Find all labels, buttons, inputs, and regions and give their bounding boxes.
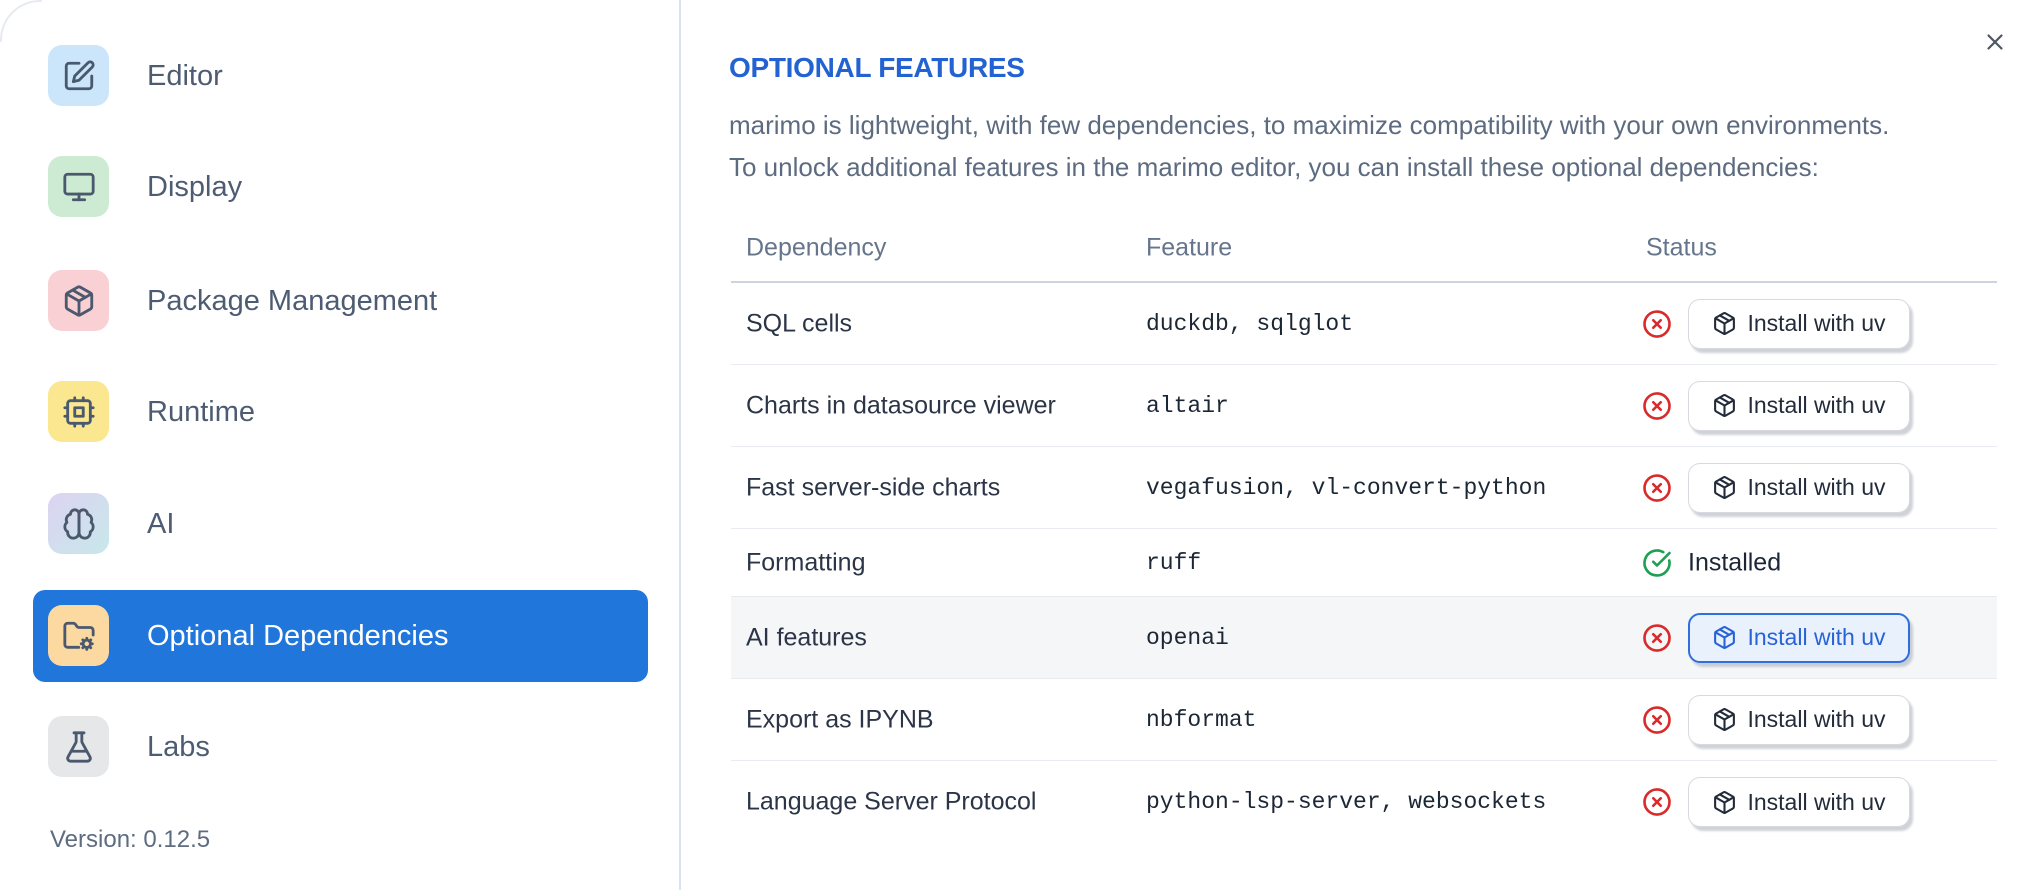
feature-cell: openai bbox=[1146, 624, 1229, 651]
status-not-installed-icon bbox=[1642, 473, 1672, 503]
status-not-installed-icon bbox=[1642, 705, 1672, 735]
cpu-icon bbox=[48, 381, 109, 442]
sidebar-item-label: Package Management bbox=[147, 284, 438, 317]
sidebar-item-runtime[interactable]: Runtime bbox=[33, 366, 648, 458]
dependency-cell: Export as IPYNB bbox=[746, 705, 934, 733]
sidebar-item-label: Display bbox=[147, 170, 243, 203]
sidebar-item-ai[interactable]: AI bbox=[33, 478, 648, 570]
settings-dialog: Editor Display Package Management Runtim… bbox=[0, 0, 2042, 890]
package-icon bbox=[1714, 476, 1736, 499]
sidebar-item-display[interactable]: Display bbox=[33, 141, 648, 233]
column-header-dependency: Dependency bbox=[746, 233, 887, 262]
install-with-uv-button[interactable]: Install with uv bbox=[1688, 462, 1910, 513]
status-installed-icon bbox=[1642, 548, 1672, 578]
brain-icon bbox=[48, 493, 109, 554]
sidebar-item-optional-dependencies[interactable]: Optional Dependencies bbox=[33, 590, 648, 682]
table-row: AI features openai Install with uv bbox=[731, 597, 1997, 679]
install-with-uv-button[interactable]: Install with uv bbox=[1688, 777, 1910, 827]
package-icon bbox=[1714, 394, 1736, 417]
description-line: marimo is lightweight, with few dependen… bbox=[729, 110, 1890, 140]
optional-dependencies-table: Dependency Feature Status SQL cells duck… bbox=[731, 215, 1997, 843]
feature-cell: nbformat bbox=[1146, 706, 1257, 733]
sidebar-divider bbox=[679, 0, 681, 890]
install-button-label: Install with uv bbox=[1747, 788, 1886, 815]
status-not-installed-icon bbox=[1642, 309, 1672, 339]
feature-cell: python-lsp-server, websockets bbox=[1146, 789, 1547, 815]
table-row: SQL cells duckdb, sqlglot Install with u… bbox=[731, 283, 1997, 365]
flask-icon bbox=[48, 716, 109, 777]
page-title: OPTIONAL FEATURES bbox=[729, 52, 1025, 83]
close-icon[interactable] bbox=[1981, 29, 2009, 57]
install-with-uv-button[interactable]: Install with uv bbox=[1688, 298, 1910, 349]
package-icon bbox=[1714, 708, 1736, 731]
package-icon bbox=[48, 270, 109, 331]
dependency-cell: Charts in datasource viewer bbox=[746, 391, 1056, 419]
table-header: Dependency Feature Status bbox=[731, 215, 1997, 283]
dependency-cell: Language Server Protocol bbox=[746, 787, 1037, 816]
sidebar-item-label: Labs bbox=[147, 730, 210, 763]
sidebar-item-package-management[interactable]: Package Management bbox=[33, 255, 648, 347]
package-icon bbox=[1714, 790, 1736, 814]
version-label: Version: 0.12.5 bbox=[50, 826, 211, 853]
sidebar-item-labs[interactable]: Labs bbox=[33, 701, 648, 793]
edit-square-icon bbox=[48, 45, 109, 106]
table-row: Export as IPYNB nbformat Install with uv bbox=[731, 679, 1997, 761]
column-header-feature: Feature bbox=[1146, 233, 1233, 262]
dependency-cell: SQL cells bbox=[746, 309, 853, 337]
status-not-installed-icon bbox=[1642, 391, 1672, 421]
table-row: Formatting ruff Installed bbox=[731, 529, 1997, 597]
folder-cog-icon bbox=[48, 605, 109, 666]
sidebar-item-label: AI bbox=[147, 507, 175, 540]
install-button-label: Install with uv bbox=[1747, 624, 1886, 650]
sidebar-item-label: Optional Dependencies bbox=[147, 619, 449, 652]
feature-cell: ruff bbox=[1146, 549, 1202, 576]
sidebar-item-editor[interactable]: Editor bbox=[33, 30, 648, 122]
install-with-uv-button[interactable]: Install with uv bbox=[1688, 380, 1910, 431]
sidebar-item-label: Editor bbox=[147, 59, 223, 92]
install-button-label: Install with uv bbox=[1747, 706, 1886, 732]
dependency-cell: Formatting bbox=[746, 548, 866, 576]
sidebar-item-label: Runtime bbox=[147, 395, 255, 428]
table-row: Fast server-side charts vegafusion, vl-c… bbox=[731, 447, 1997, 529]
status-installed-label: Installed bbox=[1688, 548, 1782, 576]
install-button-label: Install with uv bbox=[1747, 392, 1886, 418]
status-not-installed-icon bbox=[1642, 623, 1672, 653]
feature-cell: altair bbox=[1146, 392, 1229, 419]
package-icon bbox=[1714, 626, 1736, 649]
package-icon bbox=[1714, 312, 1736, 335]
install-with-uv-button[interactable]: Install with uv bbox=[1688, 694, 1910, 745]
table-row: Language Server Protocol python-lsp-serv… bbox=[731, 761, 1997, 843]
settings-sidebar: Editor Display Package Management Runtim… bbox=[0, 0, 679, 890]
dependency-cell: Fast server-side charts bbox=[746, 473, 1001, 501]
status-not-installed-icon bbox=[1642, 787, 1672, 817]
feature-cell: duckdb, sqlglot bbox=[1146, 310, 1354, 337]
install-button-label: Install with uv bbox=[1747, 310, 1886, 336]
column-header-status: Status bbox=[1646, 233, 1717, 262]
dependency-cell: AI features bbox=[746, 623, 867, 651]
table-row: Charts in datasource viewer altair Insta… bbox=[731, 365, 1997, 447]
install-button-label: Install with uv bbox=[1747, 474, 1886, 500]
monitor-icon bbox=[48, 156, 109, 217]
description: marimo is lightweight, with few dependen… bbox=[729, 104, 1889, 188]
install-with-uv-button[interactable]: Install with uv bbox=[1688, 612, 1910, 663]
feature-cell: vegafusion, vl-convert-python bbox=[1146, 474, 1547, 501]
description-line: To unlock additional features in the mar… bbox=[729, 152, 1819, 182]
